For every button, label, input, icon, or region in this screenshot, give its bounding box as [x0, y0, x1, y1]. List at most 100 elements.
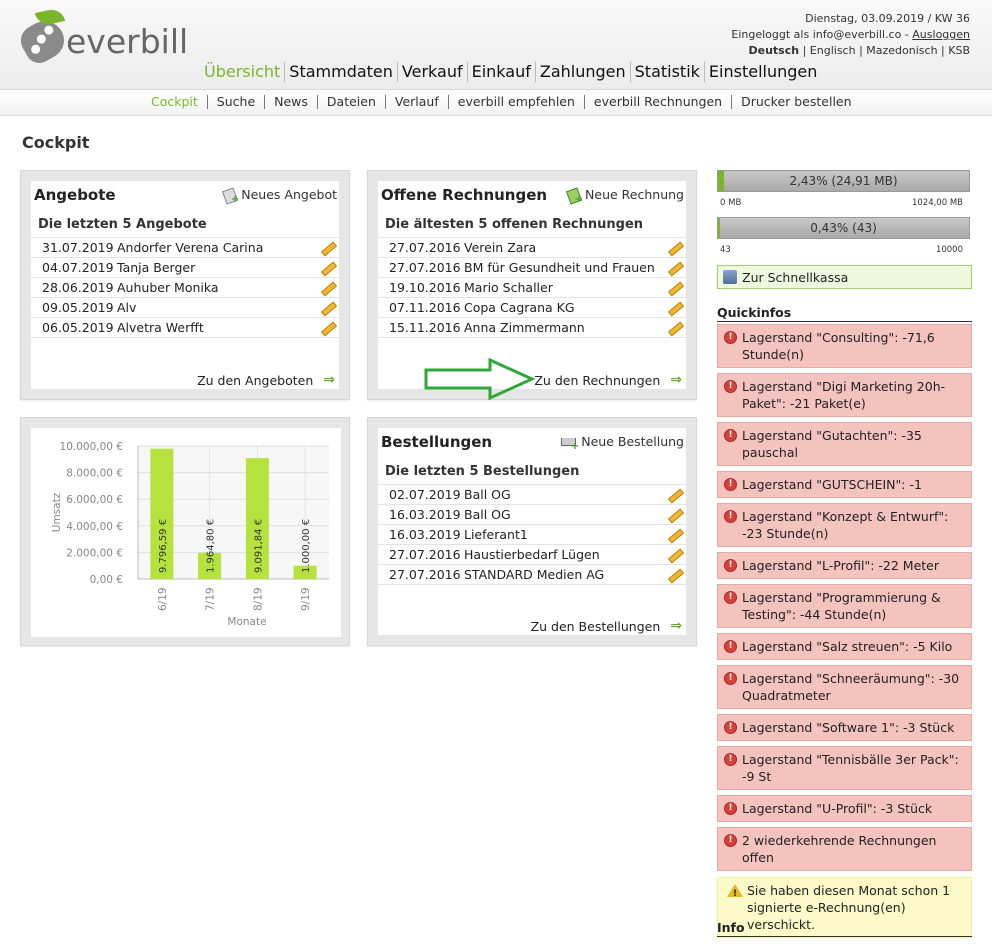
- row-date: 04.07.2019: [42, 260, 114, 275]
- header: everbill Dienstag, 03.09.2019 / KW 36 Ei…: [0, 0, 992, 90]
- document-scale: 43 10000: [720, 245, 963, 255]
- to-invoices-link[interactable]: Zu den Rechnungen ⇒: [534, 372, 682, 388]
- new-invoice-label: Neue Rechnung: [585, 187, 684, 202]
- quickinfo-item[interactable]: ! Lagerstand "Software 1": -3 Stück: [717, 714, 972, 741]
- quickinfo-item[interactable]: ! Lagerstand "U-Profil": -3 Stück: [717, 795, 972, 822]
- nav-verkauf[interactable]: Verkauf: [396, 62, 467, 82]
- lang-mazedonisch[interactable]: Mazedonisch: [866, 44, 937, 57]
- nav-einkauf[interactable]: Einkauf: [466, 62, 535, 82]
- row-name: STANDARD Medien AG: [464, 567, 605, 582]
- table-row[interactable]: 27.07.2016 BM für Gesundheit und Frauen: [378, 258, 686, 278]
- new-order-button[interactable]: Neue Bestellung: [560, 434, 684, 452]
- table-row[interactable]: 27.07.2016 STANDARD Medien AG: [378, 565, 686, 585]
- edit-pencil-icon[interactable]: [666, 548, 682, 562]
- nav-statistik[interactable]: Statistik: [629, 62, 704, 82]
- table-row[interactable]: 19.10.2016 Mario Schaller: [378, 278, 686, 298]
- table-row[interactable]: 27.07.2016 Verein Zara: [378, 238, 686, 258]
- edit-pencil-icon[interactable]: [666, 488, 682, 502]
- logout-link[interactable]: Ausloggen: [912, 28, 970, 41]
- login-text: Eingeloggt als info@everbill.co -: [731, 28, 913, 41]
- edit-pencil-icon[interactable]: [666, 301, 682, 315]
- new-order-label: Neue Bestellung: [581, 434, 684, 449]
- quickinfo-item[interactable]: ! Lagerstand "Programmierung & Testing": …: [717, 584, 972, 628]
- edit-pencil-icon[interactable]: [319, 281, 335, 295]
- subnav-suche[interactable]: Suche: [206, 95, 264, 109]
- nav-zahlungen[interactable]: Zahlungen: [534, 62, 630, 82]
- quickinfo-item[interactable]: ! 2 wiederkehrende Rechnungen offen: [717, 827, 972, 871]
- new-invoice-button[interactable]: Neue Rechnung: [566, 187, 684, 205]
- y-tick-label: 10.000,00 €: [60, 441, 123, 453]
- quickinfo-item[interactable]: ! Lagerstand "Schneeräumung": -30 Quadrat…: [717, 665, 972, 709]
- table-row[interactable]: 02.07.2019 Ball OG: [378, 485, 686, 505]
- edit-pencil-icon[interactable]: [319, 301, 335, 315]
- quickinfo-item[interactable]: ! Lagerstand "Salz streuen": -5 Kilo: [717, 633, 972, 660]
- subnav-empfehlen[interactable]: everbill empfehlen: [447, 95, 584, 109]
- nav-stammdaten[interactable]: Stammdaten: [284, 62, 397, 82]
- quickinfo-text: Lagerstand "Tennisbälle 3er Pack": -9 St: [742, 752, 959, 784]
- quickinfo-item[interactable]: ! Lagerstand "Konzept & Entwurf": -23 Stu…: [717, 503, 972, 547]
- table-row[interactable]: 15.11.2016 Anna Zimmermann: [378, 318, 686, 338]
- edit-pencil-icon[interactable]: [666, 321, 682, 335]
- subnav-drucker[interactable]: Drucker bestellen: [731, 95, 860, 109]
- lang-deutsch[interactable]: Deutsch: [749, 44, 800, 57]
- edit-pencil-icon[interactable]: [666, 241, 682, 255]
- table-row[interactable]: 28.06.2019 Auhuber Monika: [31, 278, 339, 298]
- quickinfo-item[interactable]: ! Lagerstand "Tennisbälle 3er Pack": -9 S…: [717, 746, 972, 790]
- quickinfo-text: Lagerstand "Schneeräumung": -30 Quadratm…: [742, 671, 960, 703]
- edit-pencil-icon[interactable]: [666, 261, 682, 275]
- quickinfo-item[interactable]: ! Lagerstand "Gutachten": -35 pauschal: [717, 422, 972, 466]
- y-tick-label: 4.000,00 €: [66, 521, 123, 533]
- x-tick-label: 8/19: [252, 587, 264, 611]
- edit-pencil-icon[interactable]: [666, 281, 682, 295]
- quickinfo-item[interactable]: ! Lagerstand "Consulting": -71,6 Stunde(n…: [717, 324, 972, 368]
- quickinfo-item[interactable]: ! Lagerstand "GUTSCHEIN": -1: [717, 471, 972, 498]
- table-row[interactable]: 16.03.2019 Lieferant1: [378, 525, 686, 545]
- info-title: Info: [717, 920, 972, 937]
- nav-uebersicht[interactable]: Übersicht: [200, 62, 284, 82]
- row-date: 27.07.2016: [389, 547, 461, 562]
- table-row[interactable]: 06.05.2019 Alvetra Werfft: [31, 318, 339, 338]
- quickinfo-item[interactable]: ! Lagerstand "L-Profil": -22 Meter: [717, 552, 972, 579]
- arrow-right-icon: ⇒: [323, 372, 335, 388]
- table-row[interactable]: 07.11.2016 Copa Cagrana KG: [378, 298, 686, 318]
- y-tick-label: 2.000,00 €: [66, 547, 123, 559]
- table-row[interactable]: 31.07.2019 Andorfer Verena Carina: [31, 238, 339, 258]
- row-date: 16.03.2019: [389, 507, 461, 522]
- table-row[interactable]: 09.05.2019 Alv: [31, 298, 339, 318]
- to-orders-link[interactable]: Zu den Bestellungen ⇒: [531, 618, 682, 634]
- quickinfo-item[interactable]: ! Lagerstand "Digi Marketing 20h-Paket": …: [717, 373, 972, 417]
- row-name: Haustierbedarf Lügen: [464, 547, 600, 562]
- lang-englisch[interactable]: Englisch: [810, 44, 856, 57]
- row-date: 19.10.2016: [389, 280, 461, 295]
- alert-icon: !: [724, 331, 737, 344]
- edit-pencil-icon[interactable]: [666, 528, 682, 542]
- to-offers-link[interactable]: Zu den Angeboten ⇒: [197, 372, 335, 388]
- new-offer-button[interactable]: Neues Angebot: [222, 187, 337, 205]
- row-date: 27.07.2016: [389, 240, 461, 255]
- subnav-news[interactable]: News: [264, 95, 317, 109]
- everbill-logo[interactable]: everbill: [15, 7, 188, 68]
- edit-pencil-icon[interactable]: [319, 241, 335, 255]
- row-date: 15.11.2016: [389, 320, 461, 335]
- subnav-verlauf[interactable]: Verlauf: [384, 95, 448, 109]
- edit-pencil-icon[interactable]: [319, 321, 335, 335]
- to-orders-label: Zu den Bestellungen: [530, 618, 661, 634]
- quickinfos-title: Quickinfos: [717, 305, 972, 322]
- storage-scale: 0 MB 1024,00 MB: [720, 198, 963, 208]
- storage-min: 0 MB: [720, 198, 742, 208]
- edit-pencil-icon[interactable]: [319, 261, 335, 275]
- nav-einstellungen[interactable]: Einstellungen: [703, 62, 821, 82]
- subnav-rechnungen[interactable]: everbill Rechnungen: [583, 95, 731, 109]
- table-row[interactable]: 16.03.2019 Ball OG: [378, 505, 686, 525]
- lang-ksb[interactable]: KSB: [948, 44, 970, 57]
- table-row[interactable]: 04.07.2019 Tanja Berger: [31, 258, 339, 278]
- subnav-dateien[interactable]: Dateien: [316, 95, 385, 109]
- row-date: 07.11.2016: [389, 300, 461, 315]
- row-date: 09.05.2019: [42, 300, 114, 315]
- table-row[interactable]: 27.07.2016 Haustierbedarf Lügen: [378, 545, 686, 565]
- edit-pencil-icon[interactable]: [666, 508, 682, 522]
- schnellkassa-button[interactable]: Zur Schnellkassa: [717, 265, 972, 289]
- bar-value-label: 9.796,59 €: [158, 519, 169, 573]
- edit-pencil-icon[interactable]: [666, 568, 682, 582]
- subnav-cockpit[interactable]: Cockpit: [142, 95, 207, 109]
